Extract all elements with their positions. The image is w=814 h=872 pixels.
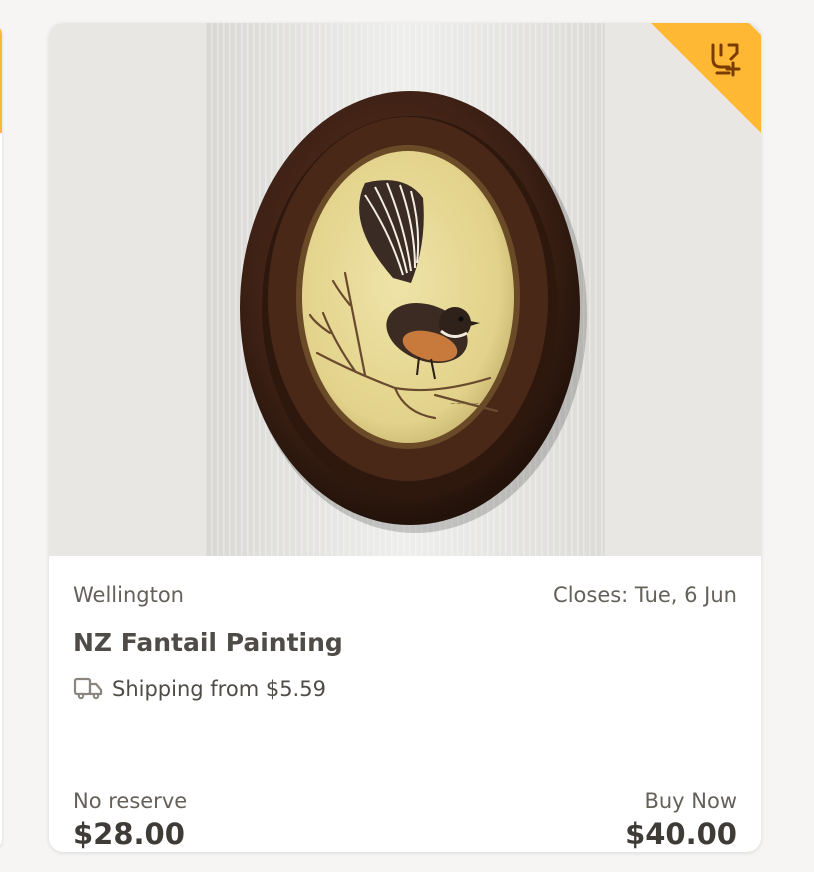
listing-card[interactable]: ~~~~~ Wellington Closes: Tue, 6 Jun NZ F… <box>49 23 761 852</box>
listing-location: Wellington <box>73 583 184 607</box>
reserve-status-label: No reserve <box>73 789 188 813</box>
shipping-text: Shipping from $5.59 <box>112 677 326 701</box>
previous-card-watchlist-corner <box>0 23 2 133</box>
listing-title[interactable]: NZ Fantail Painting <box>73 628 343 657</box>
buy-now-label: Buy Now <box>644 789 737 813</box>
current-price: $28.00 <box>73 817 185 851</box>
buy-now-block: Buy Now $40.00 <box>625 788 737 852</box>
listing-photo-area[interactable]: ~~~~~ <box>49 23 761 556</box>
listing-info: Wellington Closes: Tue, 6 Jun NZ Fantail… <box>73 556 737 852</box>
listing-shipping: Shipping from $5.59 <box>73 674 326 704</box>
truck-icon <box>73 677 103 700</box>
listing-photo: ~~~~~ <box>205 23 605 556</box>
listing-closing-date: Closes: Tue, 6 Jun <box>553 583 737 607</box>
previous-card-edge[interactable] <box>0 23 2 851</box>
svg-text:~~~~~: ~~~~~ <box>450 400 479 408</box>
add-to-watchlist-button[interactable] <box>651 23 761 133</box>
current-bid-block: No reserve $28.00 <box>73 788 187 852</box>
buy-now-price: $40.00 <box>625 817 737 851</box>
